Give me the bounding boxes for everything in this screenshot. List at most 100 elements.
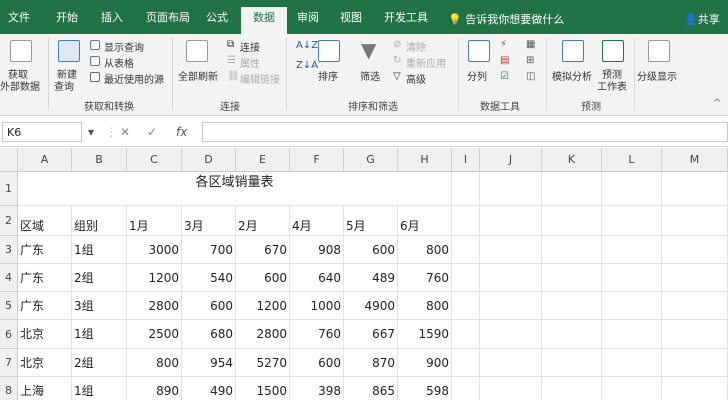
- cell-b5[interactable]: 3组: [72, 292, 127, 320]
- cell-j5[interactable]: [480, 292, 542, 320]
- filter-button[interactable]: 筛选: [360, 68, 380, 83]
- cell-k1[interactable]: [542, 172, 602, 206]
- cell-m8[interactable]: [662, 377, 728, 400]
- cell-c7[interactable]: 800: [127, 349, 182, 377]
- cell-c5[interactable]: 2800: [127, 292, 182, 320]
- manage-data-model-icon[interactable]: ◫: [526, 71, 535, 82]
- consolidate-icon[interactable]: ▦: [526, 39, 535, 50]
- name-box[interactable]: K6: [2, 122, 82, 142]
- cell-l4[interactable]: [602, 264, 662, 292]
- cell-i7[interactable]: [452, 349, 480, 377]
- what-if-analysis-button[interactable]: 模拟分析: [552, 68, 592, 83]
- data-validation-icon[interactable]: ☑: [500, 71, 509, 82]
- row-header-2[interactable]: 2: [0, 206, 18, 236]
- cell-m3[interactable]: [662, 236, 728, 264]
- tab-data[interactable]: 数据: [241, 7, 287, 34]
- tab-insert[interactable]: 插入: [101, 11, 123, 25]
- cell-d2[interactable]: 3月: [182, 206, 236, 236]
- cell-h8[interactable]: 598: [398, 377, 452, 400]
- tell-me-box[interactable]: 💡 告诉我你想要做什么: [448, 11, 564, 27]
- cell-j1[interactable]: [480, 172, 542, 206]
- enter-icon[interactable]: ✓: [147, 125, 157, 139]
- cell-c4[interactable]: 1200: [127, 264, 182, 292]
- cell-h6[interactable]: 1590: [398, 320, 452, 349]
- column-header-i[interactable]: I: [452, 148, 480, 172]
- cell-f8[interactable]: 398: [290, 377, 344, 400]
- relationships-icon[interactable]: ⊞: [526, 55, 534, 66]
- cell-k6[interactable]: [542, 320, 602, 349]
- forecast-sheet-label-2[interactable]: 工作表: [597, 78, 627, 93]
- cell-i2[interactable]: [452, 206, 480, 236]
- cell-c6[interactable]: 2500: [127, 320, 182, 349]
- cell-f5[interactable]: 1000: [290, 292, 344, 320]
- row-header-8[interactable]: 8: [0, 377, 18, 400]
- column-header-f[interactable]: F: [290, 148, 344, 172]
- cell-a8[interactable]: 上海: [18, 377, 72, 400]
- name-box-dropdown-icon[interactable]: ▾: [88, 125, 94, 139]
- recent-sources-button[interactable]: 最近使用的源: [104, 71, 164, 86]
- insert-function-icon[interactable]: fx: [176, 125, 187, 139]
- remove-duplicates-icon[interactable]: ▤: [500, 55, 509, 66]
- row-header-1[interactable]: 1: [0, 172, 18, 206]
- cell-i3[interactable]: [452, 236, 480, 264]
- cell-m5[interactable]: [662, 292, 728, 320]
- cell-f3[interactable]: 908: [290, 236, 344, 264]
- text-to-columns-button[interactable]: 分列: [467, 68, 487, 83]
- cell-a7[interactable]: 北京: [18, 349, 72, 377]
- cell-h3[interactable]: 800: [398, 236, 452, 264]
- cell-b6[interactable]: 1组: [72, 320, 127, 349]
- cell-g5[interactable]: 4900: [344, 292, 398, 320]
- cell-j8[interactable]: [480, 377, 542, 400]
- cell-g7[interactable]: 870: [344, 349, 398, 377]
- new-query-label-2[interactable]: 查询: [54, 78, 74, 93]
- cell-g2[interactable]: 5月: [344, 206, 398, 236]
- tab-page-layout[interactable]: 页面布局: [146, 11, 190, 25]
- cell-a4[interactable]: 广东: [18, 264, 72, 292]
- collapse-ribbon-icon[interactable]: ^: [713, 98, 721, 109]
- cell-d4[interactable]: 540: [182, 264, 236, 292]
- tab-view[interactable]: 视图: [340, 11, 362, 25]
- column-header-b[interactable]: B: [72, 148, 127, 172]
- tab-review[interactable]: 审阅: [297, 11, 319, 25]
- tab-file[interactable]: 文件: [8, 11, 30, 25]
- cell-k7[interactable]: [542, 349, 602, 377]
- connections-button[interactable]: 连接: [240, 39, 260, 54]
- outline-button[interactable]: 分级显示: [637, 68, 677, 83]
- cell-d6[interactable]: 680: [182, 320, 236, 349]
- cell-m1[interactable]: [662, 172, 728, 206]
- share-button[interactable]: 👤共享: [684, 11, 720, 27]
- cell-k8[interactable]: [542, 377, 602, 400]
- cell-g6[interactable]: 667: [344, 320, 398, 349]
- flash-fill-icon[interactable]: ⚡: [500, 39, 507, 50]
- cell-i5[interactable]: [452, 292, 480, 320]
- cell-k3[interactable]: [542, 236, 602, 264]
- get-data-label-2[interactable]: 外部数据: [0, 78, 40, 93]
- cell-i4[interactable]: [452, 264, 480, 292]
- cell-h7[interactable]: 900: [398, 349, 452, 377]
- cell-j4[interactable]: [480, 264, 542, 292]
- cell-f4[interactable]: 640: [290, 264, 344, 292]
- sort-za-icon[interactable]: Z↓A: [296, 60, 318, 71]
- column-header-h[interactable]: H: [398, 148, 452, 172]
- cell-d8[interactable]: 490: [182, 377, 236, 400]
- select-all-corner[interactable]: [0, 148, 18, 172]
- cell-i6[interactable]: [452, 320, 480, 349]
- cell-l8[interactable]: [602, 377, 662, 400]
- from-table-button[interactable]: 从表格: [104, 55, 134, 70]
- tab-formulas[interactable]: 公式: [206, 11, 228, 25]
- sheet-title-cell[interactable]: 各区域销量表: [18, 172, 452, 206]
- refresh-all-button[interactable]: 全部刷新: [178, 68, 218, 83]
- cell-g3[interactable]: 600: [344, 236, 398, 264]
- column-header-d[interactable]: D: [182, 148, 236, 172]
- cell-e6[interactable]: 2800: [236, 320, 290, 349]
- cell-f7[interactable]: 600: [290, 349, 344, 377]
- cell-j3[interactable]: [480, 236, 542, 264]
- cell-k4[interactable]: [542, 264, 602, 292]
- cell-m2[interactable]: [662, 206, 728, 236]
- cell-i8[interactable]: [452, 377, 480, 400]
- column-header-j[interactable]: J: [480, 148, 542, 172]
- tab-developer[interactable]: 开发工具: [384, 11, 428, 25]
- cell-i1[interactable]: [452, 172, 480, 206]
- cell-e3[interactable]: 670: [236, 236, 290, 264]
- cell-e8[interactable]: 1500: [236, 377, 290, 400]
